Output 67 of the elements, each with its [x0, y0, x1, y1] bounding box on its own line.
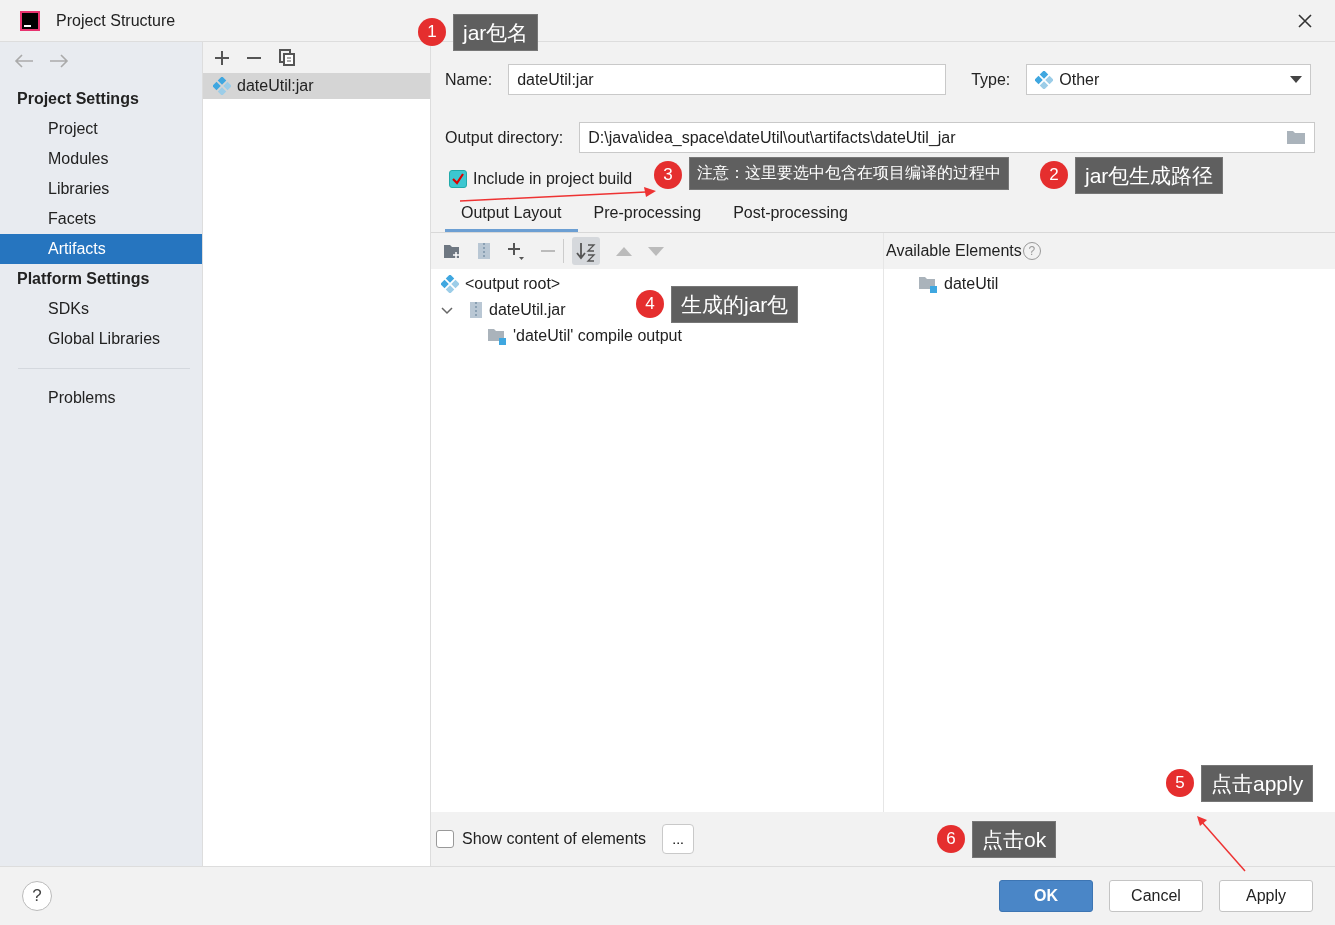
sidebar-item[interactable]: Libraries	[0, 174, 202, 204]
step-number-badge: 2	[1040, 161, 1068, 189]
tree-item[interactable]: 'dateUtil' compile output	[431, 323, 682, 349]
forward-arrow-icon[interactable]	[49, 54, 69, 68]
chevron-icon[interactable]	[441, 304, 453, 316]
app-logo-icon	[20, 10, 40, 31]
available-elements-label: Available Elements	[886, 242, 1022, 260]
sidebar-item[interactable]: Artifacts	[0, 234, 202, 264]
artifact-icon	[441, 275, 459, 293]
tab[interactable]: Pre-processing	[577, 200, 718, 232]
annotation-arrow	[1195, 815, 1247, 873]
ok-button[interactable]: OK	[999, 880, 1093, 912]
artifact-item[interactable]: dateUtil:jar	[203, 73, 430, 99]
type-label: Type:	[971, 70, 1011, 89]
step-number-badge: 1	[418, 18, 446, 46]
move-up-icon[interactable]	[616, 246, 632, 256]
back-arrow-icon[interactable]	[14, 54, 34, 68]
section-heading: Project Settings	[16, 89, 140, 109]
output-directory-label: Output directory:	[445, 128, 564, 147]
include-checkbox[interactable]	[449, 170, 467, 188]
close-icon[interactable]	[1297, 12, 1313, 29]
dialog-button[interactable]: Apply	[1219, 880, 1313, 912]
new-folder-icon[interactable]	[443, 243, 461, 259]
annotation-callout: jar包名	[454, 15, 538, 51]
sort-icon[interactable]	[572, 237, 600, 265]
name-label: Name:	[445, 70, 493, 89]
tree-item[interactable]: dateUtil.jar	[431, 297, 566, 323]
sidebar-item[interactable]: Facets	[0, 204, 202, 234]
module-folder-icon	[487, 327, 507, 345]
show-content-label: Show content of elements	[462, 830, 647, 848]
output-directory-field[interactable]: D:\java\idea_space\dateUtil\out\artifacts\dateUtil_jar	[579, 122, 1315, 153]
archive-icon	[469, 301, 483, 319]
artifact-icon	[213, 77, 231, 95]
more-button[interactable]: ...	[662, 824, 695, 854]
annotation-callout: jar包生成路径	[1076, 158, 1223, 194]
artifact-icon	[1035, 70, 1054, 89]
folder-icon[interactable]	[1286, 130, 1306, 145]
tab[interactable]: Output Layout	[445, 200, 578, 232]
window-title: Project Structure	[56, 11, 177, 30]
step-number-badge: 6	[937, 825, 965, 853]
module-folder-icon	[918, 275, 938, 293]
sidebar-item[interactable]: Modules	[0, 144, 202, 174]
dialog-button[interactable]: Cancel	[1109, 880, 1203, 912]
annotation-callout: 点击apply	[1202, 766, 1313, 802]
annotation-callout: 点击ok	[973, 822, 1056, 858]
sidebar-item[interactable]: SDKs	[0, 294, 202, 324]
caret-icon	[1290, 76, 1302, 83]
name-field[interactable]: dateUtil:jar	[508, 64, 947, 95]
sidebar-item[interactable]: Problems	[0, 383, 202, 413]
type-dropdown[interactable]: Other	[1026, 64, 1311, 95]
tree-item[interactable]: dateUtil	[908, 271, 999, 297]
section-heading: Platform Settings	[16, 269, 151, 289]
annotation-callout: 注意：这里要选中包含在项目编译的过程中	[690, 158, 1008, 189]
archive-icon[interactable]	[477, 242, 491, 260]
sidebar-item[interactable]: Global Libraries	[0, 324, 202, 354]
annotation-callout: 生成的jar包	[672, 287, 798, 323]
copy-icon[interactable]	[279, 49, 295, 66]
help-button[interactable]: ?	[22, 881, 52, 911]
step-number-badge: 3	[654, 161, 682, 189]
tree-item[interactable]: <output root>	[431, 271, 561, 297]
move-down-icon[interactable]	[648, 246, 664, 256]
add-icon[interactable]	[507, 242, 525, 260]
include-label: Include in project build	[473, 170, 633, 188]
tab[interactable]: Post-processing	[717, 200, 864, 232]
sidebar-item[interactable]: Project	[0, 114, 202, 144]
add-icon[interactable]	[215, 50, 229, 65]
show-content-checkbox[interactable]	[436, 830, 454, 848]
